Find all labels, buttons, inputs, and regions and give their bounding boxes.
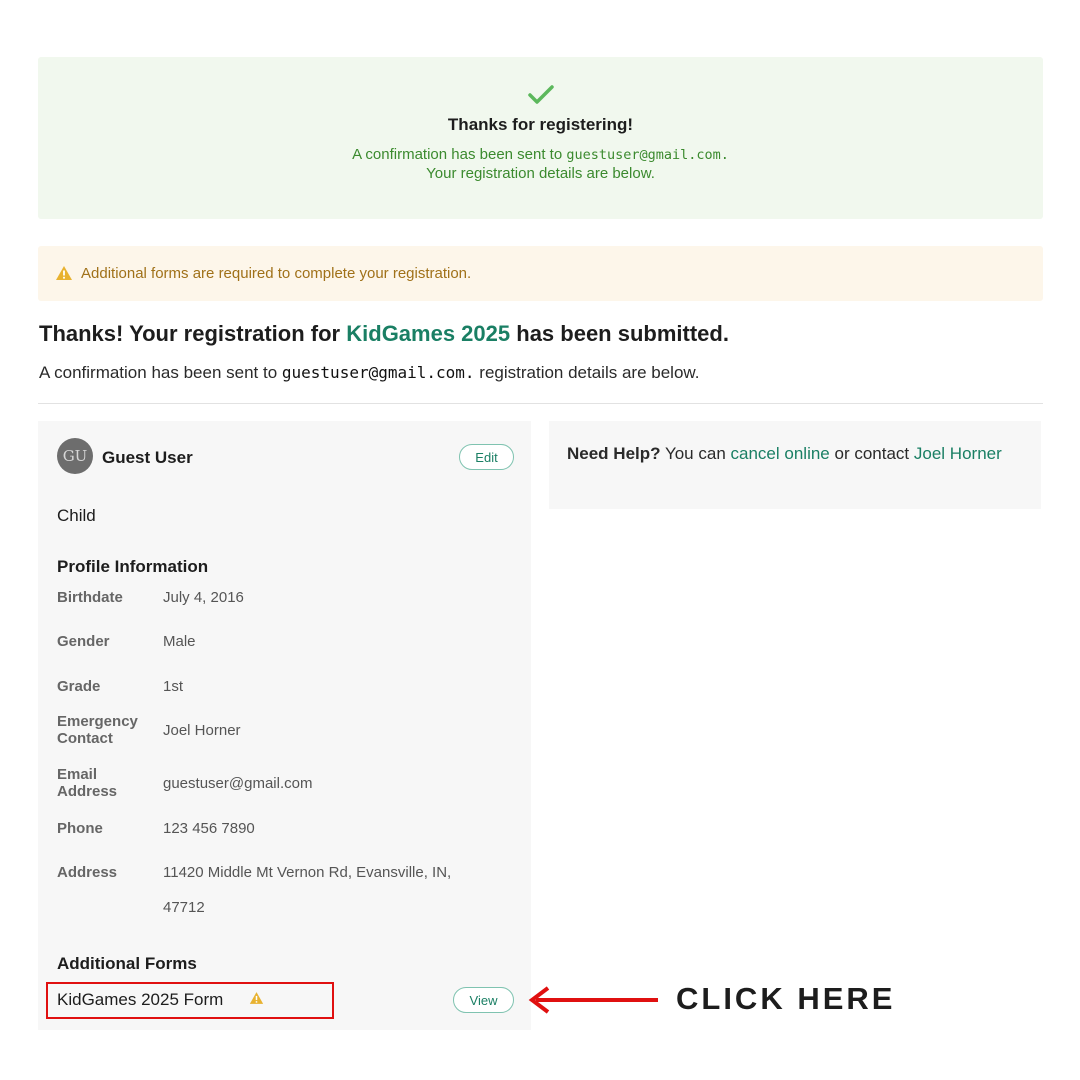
checkmark-icon: [527, 85, 554, 104]
form-name: KidGames 2025 Form: [57, 990, 224, 1009]
field-label-grade: Grade: [57, 678, 101, 695]
field-value-gender: Male: [163, 633, 196, 650]
profile-card: GU Guest User Edit Child Profile Informa…: [38, 421, 531, 1030]
field-value-birthdate: July 4, 2016: [163, 589, 244, 606]
field-value-email: guestuser@gmail.com: [163, 775, 313, 792]
edit-button[interactable]: Edit: [459, 444, 514, 470]
warning-icon: [249, 992, 264, 1004]
avatar: GU: [57, 438, 93, 474]
warning-banner: Additional forms are required to complet…: [38, 246, 1043, 301]
warning-icon: [56, 266, 72, 280]
view-form-button[interactable]: View: [453, 987, 514, 1013]
field-label-emergency-contact: Emergency Contact: [57, 713, 138, 747]
field-value-phone: 123 456 7890: [163, 820, 255, 837]
field-label-email: Email Address: [57, 766, 118, 800]
confirmation-subline: A confirmation has been sent to guestuse…: [39, 363, 700, 382]
arrow-icon: [528, 986, 658, 1014]
additional-forms-heading: Additional Forms: [57, 954, 197, 973]
field-value-grade: 1st: [163, 678, 184, 695]
divider: [38, 403, 1043, 404]
field-value-address: 11420 Middle Mt Vernon Rd, Evansville, I…: [163, 864, 452, 916]
event-name-link[interactable]: KidGames 2025: [346, 321, 510, 346]
field-value-emergency-contact: Joel Horner: [163, 722, 241, 739]
user-name: Guest User: [102, 448, 193, 467]
help-heading: Need Help?: [567, 444, 661, 463]
field-label-gender: Gender: [57, 633, 110, 650]
cancel-online-link[interactable]: cancel online: [731, 444, 830, 463]
field-label-birthdate: Birthdate: [57, 589, 123, 606]
field-label-address: Address: [57, 864, 118, 881]
page-title: Thanks! Your registration for KidGames 2…: [39, 321, 729, 346]
success-details-line: Your registration details are below.: [426, 165, 655, 182]
click-here-label: CLICK HERE: [676, 981, 896, 1016]
contact-link[interactable]: Joel Horner: [914, 444, 1002, 463]
success-title: Thanks for registering!: [447, 115, 634, 134]
profile-information-heading: Profile Information: [57, 557, 209, 576]
help-text: Need Help? You can cancel online or cont…: [567, 444, 1002, 463]
help-card: Need Help? You can cancel online or cont…: [549, 421, 1041, 509]
field-label-phone: Phone: [57, 820, 103, 837]
confirmation-email: guestuser@gmail.com.: [281, 363, 475, 382]
success-email: guestuser@gmail.com.: [566, 147, 729, 163]
success-confirmation-line: A confirmation has been sent to guestuse…: [352, 146, 729, 163]
success-banner: Thanks for registering! A confirmation h…: [38, 57, 1043, 219]
relationship-label: Child: [57, 506, 96, 525]
warning-text: Additional forms are required to complet…: [81, 265, 472, 282]
